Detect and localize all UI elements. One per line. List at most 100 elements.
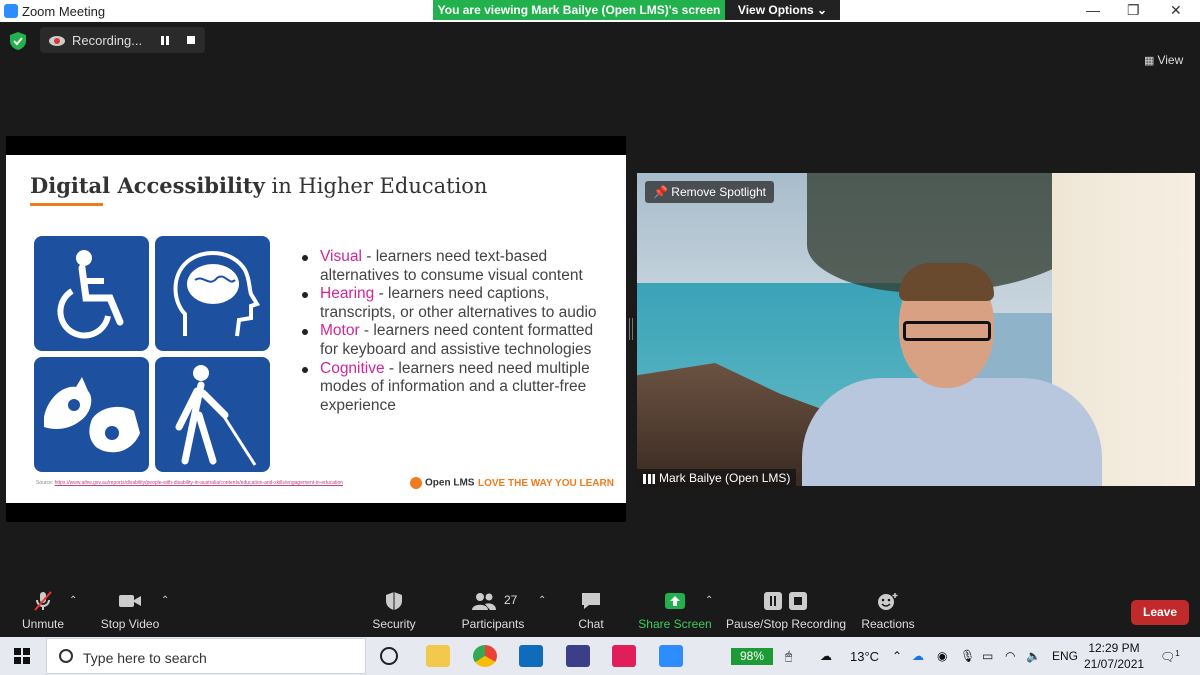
battery-icon[interactable]: ▭ xyxy=(982,649,993,663)
chat-button[interactable]: Chat xyxy=(572,591,610,631)
remove-spotlight-button[interactable]: 📌 Remove Spotlight xyxy=(645,181,774,203)
task-view-icon[interactable] xyxy=(380,647,398,665)
close-button[interactable]: ✕ xyxy=(1170,2,1182,19)
zoom-taskbar-icon[interactable] xyxy=(659,645,683,667)
wifi-icon[interactable]: ◠ xyxy=(1005,649,1015,663)
view-label: View xyxy=(1157,53,1184,67)
slide-source: Source: https://www.aihw.gov.au/reports/… xyxy=(36,480,343,486)
grid-icon: ▦ xyxy=(1144,55,1158,67)
stop-video-button[interactable]: Stop Video xyxy=(98,591,162,631)
taskbar-search-box[interactable]: Type here to search xyxy=(46,638,366,674)
notification-count: 1 xyxy=(1175,649,1180,658)
file-explorer-icon[interactable] xyxy=(426,645,450,667)
notification-center-icon[interactable]: 🗨1 xyxy=(1160,649,1180,664)
search-icon xyxy=(59,649,73,663)
windows-taskbar: Type here to search 🖱 ☁ 13°C ⌃ ☁ ◉ 🎙 ▭ ◠… xyxy=(0,637,1200,675)
video-options-caret-icon[interactable]: ⌃ xyxy=(161,595,169,606)
microphone-icon[interactable]: 🎙 xyxy=(960,649,975,663)
security-shield-icon xyxy=(386,592,402,610)
share-screen-button[interactable]: Share Screen xyxy=(638,591,712,631)
minimize-button[interactable]: — xyxy=(1086,2,1100,18)
panel-resize-handle[interactable] xyxy=(629,318,633,340)
view-button[interactable]: ▦ View xyxy=(1144,53,1183,67)
clock-date: 21/07/2021 xyxy=(1084,657,1145,671)
participants-icon: 27 xyxy=(463,591,523,611)
webex-icon[interactable] xyxy=(566,645,590,667)
participants-button[interactable]: 27 Participants xyxy=(460,591,526,631)
bullet-keyword: Cognitive xyxy=(320,359,385,377)
remove-spotlight-label: Remove Spotlight xyxy=(671,185,766,199)
open-lms-logo: Open LMS xyxy=(410,477,474,489)
participant-glasses xyxy=(903,321,991,341)
audio-options-caret-icon[interactable]: ⌃ xyxy=(69,595,77,606)
onedrive-icon[interactable]: ☁ xyxy=(912,649,924,663)
unmute-label: Unmute xyxy=(21,617,65,631)
volume-icon[interactable]: 🔈 xyxy=(1026,649,1041,663)
sign-language-icon xyxy=(34,357,149,472)
pause-stop-recording-icon xyxy=(764,592,807,610)
share-screen-icon xyxy=(665,593,685,609)
system-clock[interactable]: 12:29 PM 21/07/2021 xyxy=(1084,640,1144,672)
encryption-shield-icon[interactable] xyxy=(10,32,26,50)
source-label: Source: xyxy=(36,480,55,486)
chrome-icon[interactable] xyxy=(473,645,497,667)
open-lms-logo-icon xyxy=(410,477,422,489)
pause-stop-recording-button[interactable]: Pause/Stop Recording xyxy=(726,591,846,631)
bullet-keyword: Hearing xyxy=(320,285,375,303)
brain-head-icon xyxy=(155,236,270,351)
bullet-text: - learners need content formatted for ke… xyxy=(320,322,594,358)
signal-strength-icon xyxy=(643,473,655,484)
slide-title-bold: Digital Accessibility xyxy=(30,173,265,198)
weather-cloud-icon[interactable]: ☁ xyxy=(820,649,832,663)
network-app-icon[interactable]: ◉ xyxy=(937,649,947,663)
participants-options-caret-icon[interactable]: ⌃ xyxy=(538,595,546,606)
slack-icon[interactable] xyxy=(612,645,636,667)
leave-button[interactable]: Leave xyxy=(1131,600,1189,625)
recording-indicator: Recording... xyxy=(40,27,205,53)
slide-title-rest: in Higher Education xyxy=(264,174,488,198)
clock-time: 12:29 PM xyxy=(1088,641,1140,655)
reactions-button[interactable]: Reactions xyxy=(860,591,916,631)
meeting-toolbar: Unmute ⌃ Stop Video ⌃ Security 27 Partic… xyxy=(0,585,1200,637)
bullet-hearing: Hearing - learners need captions, transc… xyxy=(302,285,602,322)
wheelchair-icon xyxy=(34,236,149,351)
restore-button[interactable]: ❐ xyxy=(1127,2,1140,19)
outlook-icon[interactable] xyxy=(519,645,543,667)
bullet-cognitive: Cognitive - learners need need multiple … xyxy=(302,360,602,416)
pause-recording-icon[interactable] xyxy=(161,36,169,45)
share-options-caret-icon[interactable]: ⌃ xyxy=(705,595,713,606)
search-placeholder: Type here to search xyxy=(83,650,207,666)
participant-video xyxy=(637,173,1195,486)
recording-label: Recording... xyxy=(72,33,143,48)
security-label: Security xyxy=(372,617,416,631)
cloud-recording-icon xyxy=(49,36,65,46)
viewing-screen-label: You are viewing Mark Bailye (Open LMS)'s… xyxy=(433,0,725,20)
accessibility-bullet-list: Visual - learners need text-based altern… xyxy=(302,248,602,415)
show-hidden-icons-icon[interactable]: ⌃ xyxy=(892,649,902,663)
pin-icon: 📌 xyxy=(653,185,672,199)
bullet-motor: Motor - learners need content formatted … xyxy=(302,322,602,359)
title-underline xyxy=(30,203,103,206)
view-options-button[interactable]: View Options ⌄ xyxy=(725,0,840,20)
video-camera-icon xyxy=(119,595,141,607)
window-title: Zoom Meeting xyxy=(22,4,106,19)
battery-percentage-badge: 98% xyxy=(731,648,773,665)
language-indicator[interactable]: ENG xyxy=(1052,649,1078,663)
stop-recording-icon[interactable] xyxy=(187,36,195,44)
bullet-visual: Visual - learners need text-based altern… xyxy=(302,248,602,285)
share-screen-label: Share Screen xyxy=(638,617,712,631)
chat-bubble-icon xyxy=(582,593,600,609)
participants-label: Participants xyxy=(461,617,525,631)
chat-label: Chat xyxy=(578,617,604,631)
reactions-emoji-icon xyxy=(878,593,898,610)
security-button[interactable]: Security xyxy=(370,591,418,631)
source-link[interactable]: https://www.aihw.gov.au/reports/disabili… xyxy=(55,480,343,486)
usb-device-icon[interactable]: 🖱 xyxy=(785,649,792,664)
muted-microphone-icon xyxy=(34,591,52,611)
shared-slide: Digital Accessibility in Higher Educatio… xyxy=(6,155,626,503)
stop-video-label: Stop Video xyxy=(100,617,160,631)
bullet-keyword: Motor xyxy=(320,322,360,340)
windows-start-icon[interactable] xyxy=(14,648,30,664)
zoom-app-icon xyxy=(4,4,18,18)
unmute-button[interactable]: Unmute xyxy=(18,591,68,631)
